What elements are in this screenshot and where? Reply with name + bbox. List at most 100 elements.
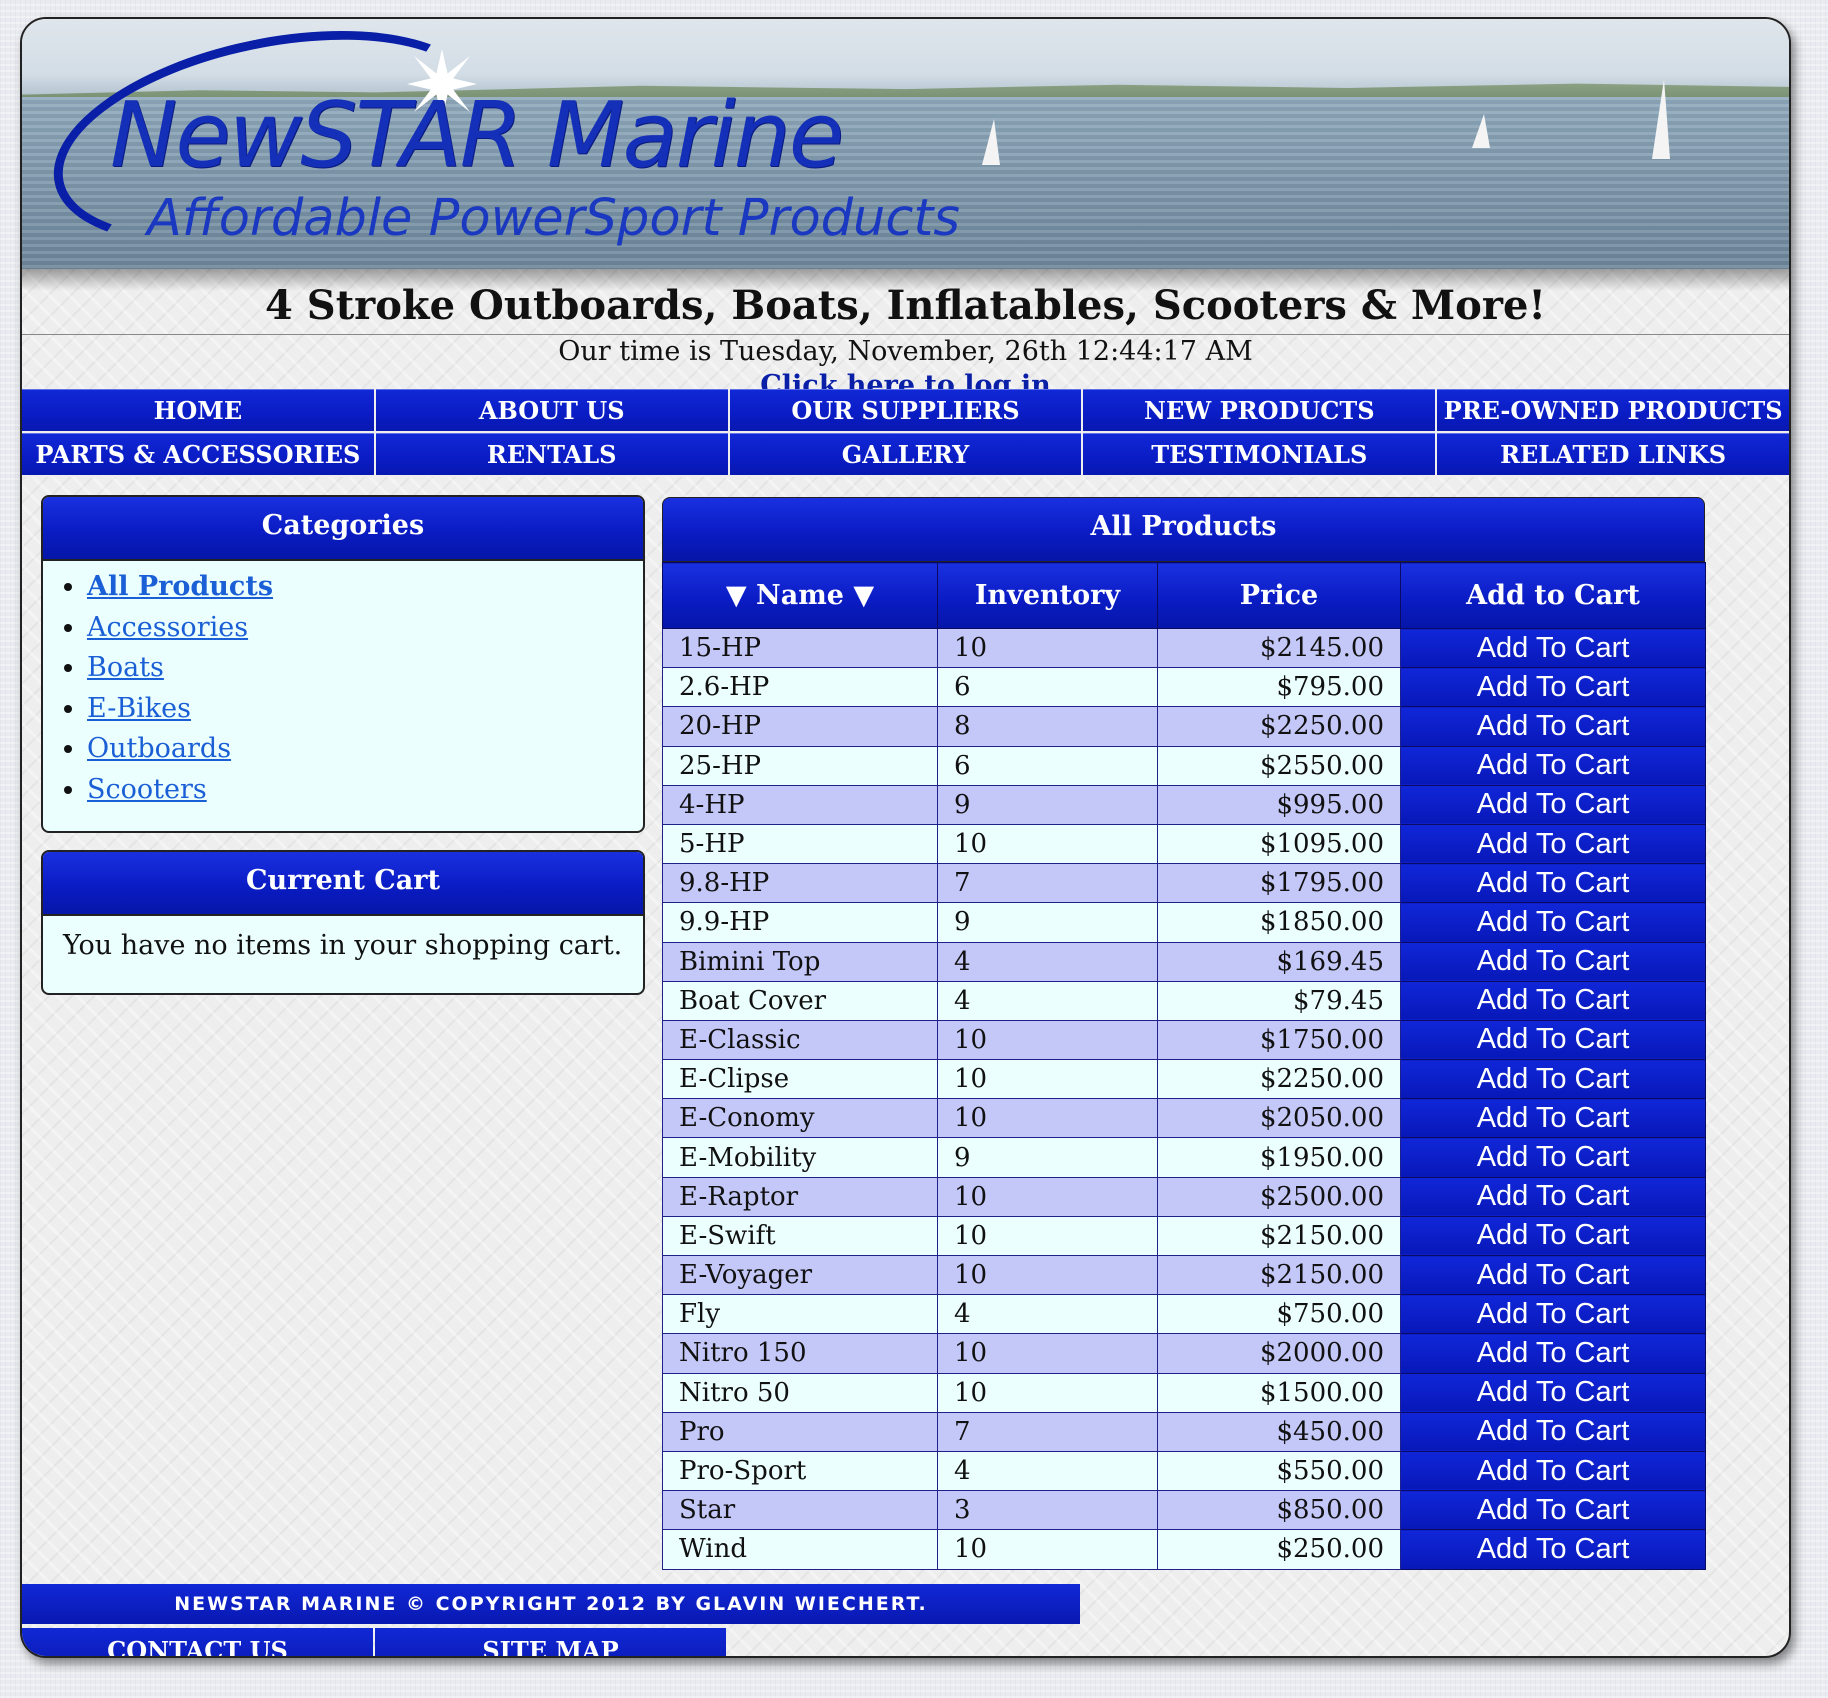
- product-inventory: 10: [937, 1019, 1158, 1061]
- product-name: Nitro 50: [662, 1372, 938, 1413]
- product-inventory: 10: [937, 1176, 1158, 1217]
- category-accessories[interactable]: Accessories: [87, 612, 248, 643]
- main-navigation: HOME ABOUT US OUR SUPPLIERS NEW PRODUCTS…: [22, 389, 1789, 477]
- product-price: $1795.00: [1157, 863, 1401, 904]
- add-to-cart-cell: Add To Cart: [1400, 1333, 1706, 1374]
- product-price: $450.00: [1157, 1411, 1401, 1452]
- nav-related-links[interactable]: RELATED LINKS: [1437, 433, 1789, 475]
- product-name: 9.8-HP: [662, 863, 938, 904]
- product-name: 2.6-HP: [662, 667, 938, 708]
- add-to-cart-button[interactable]: Add To Cart: [1401, 1256, 1705, 1294]
- product-name: 5-HP: [662, 823, 938, 865]
- add-to-cart-button[interactable]: Add To Cart: [1401, 1060, 1705, 1098]
- product-name: Nitro 150: [662, 1333, 938, 1374]
- server-time: Our time is Tuesday, November, 26th 12:4…: [558, 336, 1253, 367]
- product-name: 4-HP: [662, 784, 938, 825]
- add-to-cart-button[interactable]: Add To Cart: [1401, 1452, 1705, 1490]
- product-price: $2150.00: [1157, 1215, 1401, 1257]
- product-name: Star: [662, 1490, 938, 1531]
- add-to-cart-button[interactable]: Add To Cart: [1401, 1374, 1705, 1412]
- add-to-cart-cell: Add To Cart: [1400, 1098, 1706, 1139]
- product-price: $1500.00: [1157, 1372, 1401, 1413]
- category-all-products[interactable]: All Products: [87, 571, 273, 602]
- add-to-cart-cell: Add To Cart: [1400, 1411, 1706, 1452]
- product-name: Boat Cover: [662, 980, 938, 1021]
- add-to-cart-button[interactable]: Add To Cart: [1401, 1413, 1705, 1451]
- category-scooters[interactable]: Scooters: [87, 774, 207, 805]
- product-inventory: 10: [937, 1372, 1158, 1413]
- header-banner: NewSTAR Marine Affordable PowerSport Pro…: [22, 19, 1789, 269]
- add-to-cart-button[interactable]: Add To Cart: [1401, 943, 1705, 981]
- product-inventory: 4: [937, 1294, 1158, 1335]
- add-to-cart-button[interactable]: Add To Cart: [1401, 1491, 1705, 1529]
- product-price: $1095.00: [1157, 823, 1401, 865]
- products-table-body: 15-HP 10 $2145.00 Add To Cart 2.6-HP 6 $795.00…: [662, 627, 1706, 1570]
- product-inventory: 7: [937, 1411, 1158, 1452]
- add-to-cart-button[interactable]: Add To Cart: [1401, 707, 1705, 745]
- add-to-cart-button[interactable]: Add To Cart: [1401, 825, 1705, 863]
- logo-title[interactable]: NewSTAR Marine: [110, 91, 844, 181]
- product-name: E-Voyager: [662, 1254, 938, 1296]
- product-inventory: 9: [937, 784, 1158, 825]
- nav-our-suppliers[interactable]: OUR SUPPLIERS: [729, 389, 1082, 431]
- table-row: 20-HP 8 $2250.00 Add To Cart: [662, 706, 1706, 747]
- add-to-cart-cell: Add To Cart: [1400, 1490, 1706, 1531]
- add-to-cart-button[interactable]: Add To Cart: [1401, 1021, 1705, 1059]
- cart-title: Current Cart: [43, 852, 643, 916]
- nav-new-products[interactable]: NEW PRODUCTS: [1083, 389, 1436, 431]
- column-inventory: Inventory: [937, 562, 1158, 629]
- footer-site-map[interactable]: SITE MAP: [375, 1628, 726, 1656]
- product-inventory: 7: [937, 863, 1158, 904]
- add-to-cart-button[interactable]: Add To Cart: [1401, 786, 1705, 824]
- footer-contact-us[interactable]: CONTACT US: [22, 1628, 373, 1656]
- product-inventory: 10: [937, 1333, 1158, 1374]
- product-price: $2000.00: [1157, 1333, 1401, 1374]
- table-row: 15-HP 10 $2145.00 Add To Cart: [662, 627, 1706, 669]
- product-price: $2150.00: [1157, 1254, 1401, 1296]
- sailboat-icon: [1472, 114, 1490, 148]
- table-row: Star 3 $850.00 Add To Cart: [662, 1490, 1706, 1531]
- add-to-cart-cell: Add To Cart: [1400, 1450, 1706, 1492]
- logo-subtitle: Affordable PowerSport Products: [147, 189, 960, 248]
- add-to-cart-button[interactable]: Add To Cart: [1401, 668, 1705, 706]
- add-to-cart-button[interactable]: Add To Cart: [1401, 1295, 1705, 1333]
- list-item: Boats: [87, 648, 643, 689]
- product-price: $2550.00: [1157, 745, 1401, 786]
- table-row: 2.6-HP 6 $795.00 Add To Cart: [662, 667, 1706, 708]
- add-to-cart-button[interactable]: Add To Cart: [1401, 1217, 1705, 1255]
- products-title: All Products: [662, 497, 1705, 562]
- product-price: $550.00: [1157, 1450, 1401, 1492]
- nav-gallery[interactable]: GALLERY: [729, 433, 1082, 475]
- nav-pre-owned-products[interactable]: PRE-OWNED PRODUCTS: [1437, 389, 1789, 431]
- add-to-cart-button[interactable]: Add To Cart: [1401, 903, 1705, 941]
- table-header-row: ▼ Name ▼ Inventory Price Add to Cart: [662, 562, 1706, 629]
- table-row: 9.9-HP 9 $1850.00 Add To Cart: [662, 902, 1706, 943]
- product-inventory: 6: [937, 667, 1158, 708]
- add-to-cart-button[interactable]: Add To Cart: [1401, 1334, 1705, 1372]
- add-to-cart-button[interactable]: Add To Cart: [1401, 864, 1705, 902]
- add-to-cart-button[interactable]: Add To Cart: [1401, 629, 1705, 667]
- category-outboards[interactable]: Outboards: [87, 733, 231, 764]
- add-to-cart-button[interactable]: Add To Cart: [1401, 982, 1705, 1020]
- nav-testimonials[interactable]: TESTIMONIALS: [1083, 433, 1436, 475]
- nav-home[interactable]: HOME: [22, 389, 374, 431]
- add-to-cart-button[interactable]: Add To Cart: [1401, 1099, 1705, 1137]
- nav-rentals[interactable]: RENTALS: [375, 433, 728, 475]
- add-to-cart-button[interactable]: Add To Cart: [1401, 1530, 1705, 1568]
- category-boats[interactable]: Boats: [87, 652, 164, 683]
- add-to-cart-cell: Add To Cart: [1400, 1215, 1706, 1257]
- category-e-bikes[interactable]: E-Bikes: [87, 693, 191, 724]
- column-add-to-cart: Add to Cart: [1400, 562, 1706, 629]
- sailboat-icon: [982, 119, 1000, 165]
- table-row: 9.8-HP 7 $1795.00 Add To Cart: [662, 863, 1706, 904]
- add-to-cart-button[interactable]: Add To Cart: [1401, 1178, 1705, 1216]
- nav-parts-accessories[interactable]: PARTS & ACCESSORIES: [22, 433, 374, 475]
- product-name: 9.9-HP: [662, 902, 938, 943]
- add-to-cart-button[interactable]: Add To Cart: [1401, 747, 1705, 785]
- add-to-cart-button[interactable]: Add To Cart: [1401, 1138, 1705, 1176]
- product-price: $2050.00: [1157, 1098, 1401, 1139]
- nav-about-us[interactable]: ABOUT US: [375, 389, 728, 431]
- column-name-sort[interactable]: ▼ Name ▼: [662, 562, 938, 629]
- table-row: Pro-Sport 4 $550.00 Add To Cart: [662, 1450, 1706, 1492]
- add-to-cart-cell: Add To Cart: [1400, 1019, 1706, 1061]
